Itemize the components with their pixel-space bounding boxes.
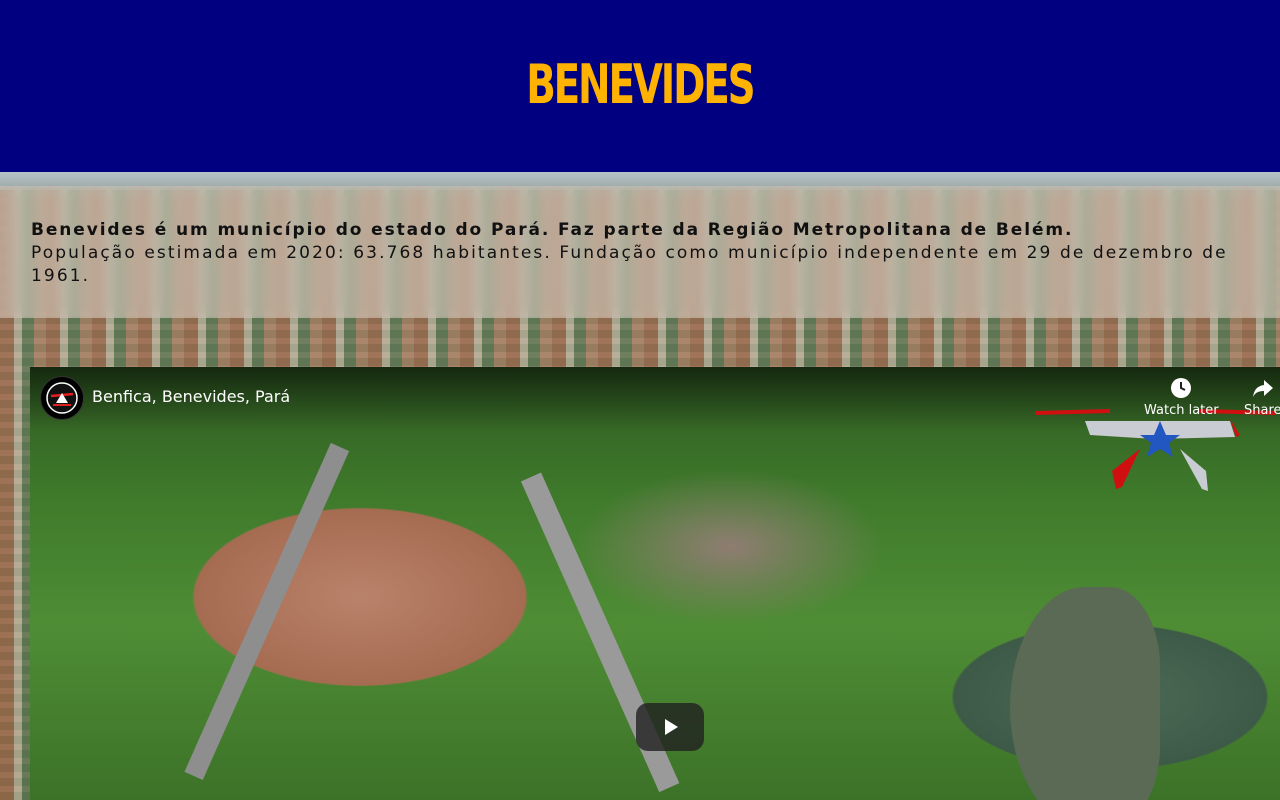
- share-label: Share: [1244, 403, 1280, 418]
- watch-later-button[interactable]: Watch later: [1144, 377, 1219, 418]
- watch-later-label: Watch later: [1144, 403, 1219, 418]
- channel-avatar[interactable]: [40, 376, 84, 420]
- intro-lead: Benevides é um município do estado do Pa…: [31, 220, 1074, 240]
- intro-text: Benevides é um município do estado do Pa…: [31, 219, 1251, 288]
- site-header: BENEVIDES: [0, 0, 1280, 172]
- intro-body: População estimada em 2020: 63.768 habit…: [31, 243, 1228, 286]
- video-title[interactable]: Benfica, Benevides, Pará: [92, 387, 290, 406]
- channel-logo-icon: [46, 382, 78, 414]
- video-embed[interactable]: Benfica, Benevides, Pará Watch later Sha…: [30, 367, 1280, 800]
- clock-icon: [1171, 378, 1192, 398]
- share-button[interactable]: Share: [1244, 377, 1280, 418]
- play-icon: [665, 719, 678, 735]
- play-button[interactable]: [636, 703, 704, 751]
- page-title: BENEVIDES: [526, 52, 755, 116]
- share-arrow-icon: [1252, 380, 1273, 397]
